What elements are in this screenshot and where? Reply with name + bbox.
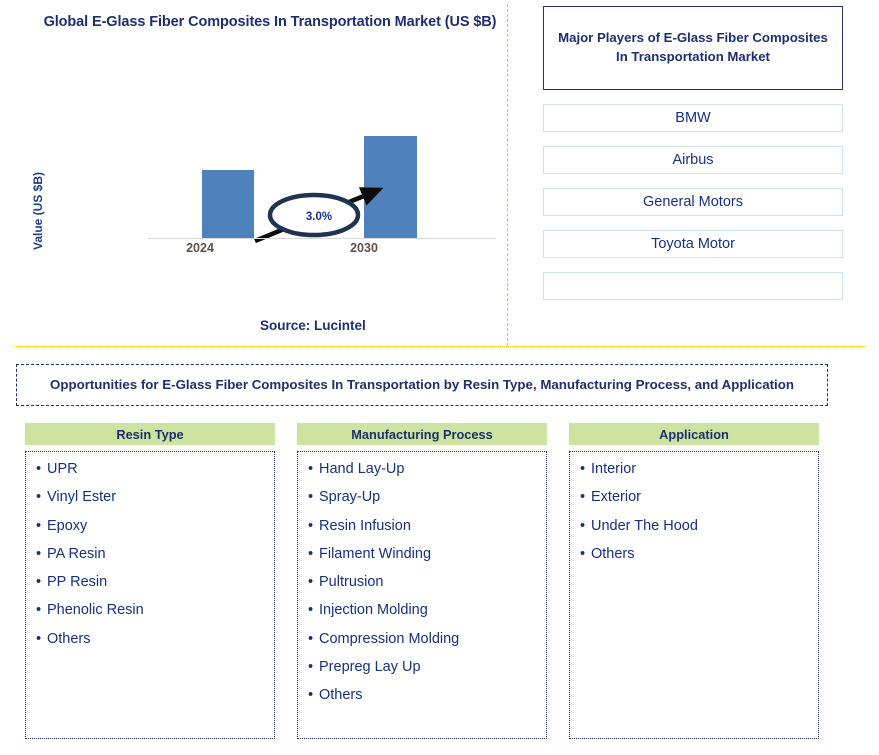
list-item-label: Pultrusion [319,574,384,591]
major-players-panel: Major Players of E-Glass Fiber Composite… [543,6,843,300]
list-item: • Injection Molding [308,601,536,620]
list-item: • Exterior [580,488,808,507]
bullet-icon: • [308,545,314,562]
list-item: • Others [36,630,264,649]
vertical-divider [507,4,508,346]
bullet-icon: • [36,630,42,647]
opportunities-header-label: Opportunities for E-Glass Fiber Composit… [50,377,794,393]
player-row-4: Toyota Motor [543,230,843,258]
bullet-icon: • [308,658,314,675]
column-list-application: • Interior • Exterior • Under The Hood •… [569,451,819,739]
bullet-icon: • [308,574,314,591]
horizontal-divider [14,346,865,347]
bullet-icon: • [36,545,42,562]
opportunity-columns: Resin Type • UPR • Vinyl Ester • Epoxy •… [25,423,855,739]
bullet-icon: • [308,461,314,477]
major-players-header-label: Major Players of E-Glass Fiber Composite… [558,30,828,64]
opportunities-header: Opportunities for E-Glass Fiber Composit… [16,364,828,406]
list-item: • Filament Winding [308,545,536,564]
x-tick-2024: 2024 [186,241,214,255]
column-list-resin-type: • UPR • Vinyl Ester • Epoxy • PA Resin • [25,451,275,739]
infographic-page: Global E-Glass Fiber Composites In Trans… [0,0,879,755]
bullet-icon: • [36,574,42,591]
list-item-label: Filament Winding [319,545,432,562]
list-item: • Compression Molding [308,630,536,649]
player-row-2: Airbus [543,146,843,174]
list-item-label: Interior [591,461,637,477]
list-item-label: Spray-Up [319,489,381,506]
bullet-icon: • [580,489,586,506]
list-item-label: Phenolic Resin [47,602,144,619]
list-item-label: Resin Infusion [319,517,411,534]
list-item: • Others [580,545,808,564]
x-tick-2030: 2030 [350,241,378,255]
chart-plot-area: Value (US $B) 3.0% [0,86,507,261]
list-item-label: Others [591,545,635,562]
column-list-manufacturing-process: • Hand Lay-Up • Spray-Up • Resin Infusio… [297,451,547,739]
list-item-label: PA Resin [47,545,106,562]
column-manufacturing-process: Manufacturing Process • Hand Lay-Up • Sp… [297,423,547,739]
list-item-label: Exterior [591,489,641,506]
bullet-icon: • [580,545,586,562]
list-item-label: UPR [47,461,78,477]
x-axis-line [148,238,496,239]
list-item-label: Epoxy [47,517,88,534]
column-header-resin-type: Resin Type [25,423,275,445]
column-header-application: Application [569,423,819,445]
list-item: • Phenolic Resin [36,601,264,620]
bullet-icon: • [36,461,42,477]
list-item: • PA Resin [36,545,264,564]
chart-title: Global E-Glass Fiber Composites In Trans… [43,14,497,30]
list-item: • Epoxy [36,517,264,536]
bullet-icon: • [308,630,314,647]
market-chart-panel: Global E-Glass Fiber Composites In Trans… [0,0,507,346]
column-resin-type: Resin Type • UPR • Vinyl Ester • Epoxy •… [25,423,275,739]
player-row-3: General Motors [543,188,843,216]
bullet-icon: • [36,602,42,619]
bullet-icon: • [308,602,314,619]
bullet-icon: • [36,517,42,534]
player-row-5 [543,272,843,300]
bullet-icon: • [308,489,314,506]
column-header-manufacturing-process: Manufacturing Process [297,423,547,445]
list-item-label: Prepreg Lay Up [319,658,421,675]
list-item-label: Compression Molding [319,630,460,647]
list-item: • Hand Lay-Up [308,460,536,479]
list-item-label: Under The Hood [591,517,698,534]
bullet-icon: • [308,687,314,704]
y-axis-title: Value (US $B) [31,171,45,251]
list-item: • Others [308,686,536,705]
bullet-icon: • [308,517,314,534]
list-item: • Prepreg Lay Up [308,658,536,677]
column-application: Application • Interior • Exterior • Unde… [569,423,819,739]
list-item-label: Others [319,687,363,704]
list-item: • Resin Infusion [308,517,536,536]
list-item: • PP Resin [36,573,264,592]
list-item: • Spray-Up [308,488,536,507]
list-item: • Pultrusion [308,573,536,592]
major-players-header: Major Players of E-Glass Fiber Composite… [543,6,843,90]
list-item-label: Others [47,630,91,647]
bullet-icon: • [580,461,586,477]
list-item: • Under The Hood [580,517,808,536]
player-row-1: BMW [543,104,843,132]
list-item-label: Vinyl Ester [47,489,117,506]
list-item-label: PP Resin [47,574,108,591]
source-note: Source: Lucintel [260,318,366,333]
list-item-label: Hand Lay-Up [319,461,405,477]
bullet-icon: • [580,517,586,534]
list-item-label: Injection Molding [319,602,428,619]
list-item: • Vinyl Ester [36,488,264,507]
list-item: • Interior [580,460,808,479]
list-item: • UPR [36,460,264,479]
bullet-icon: • [36,489,42,506]
